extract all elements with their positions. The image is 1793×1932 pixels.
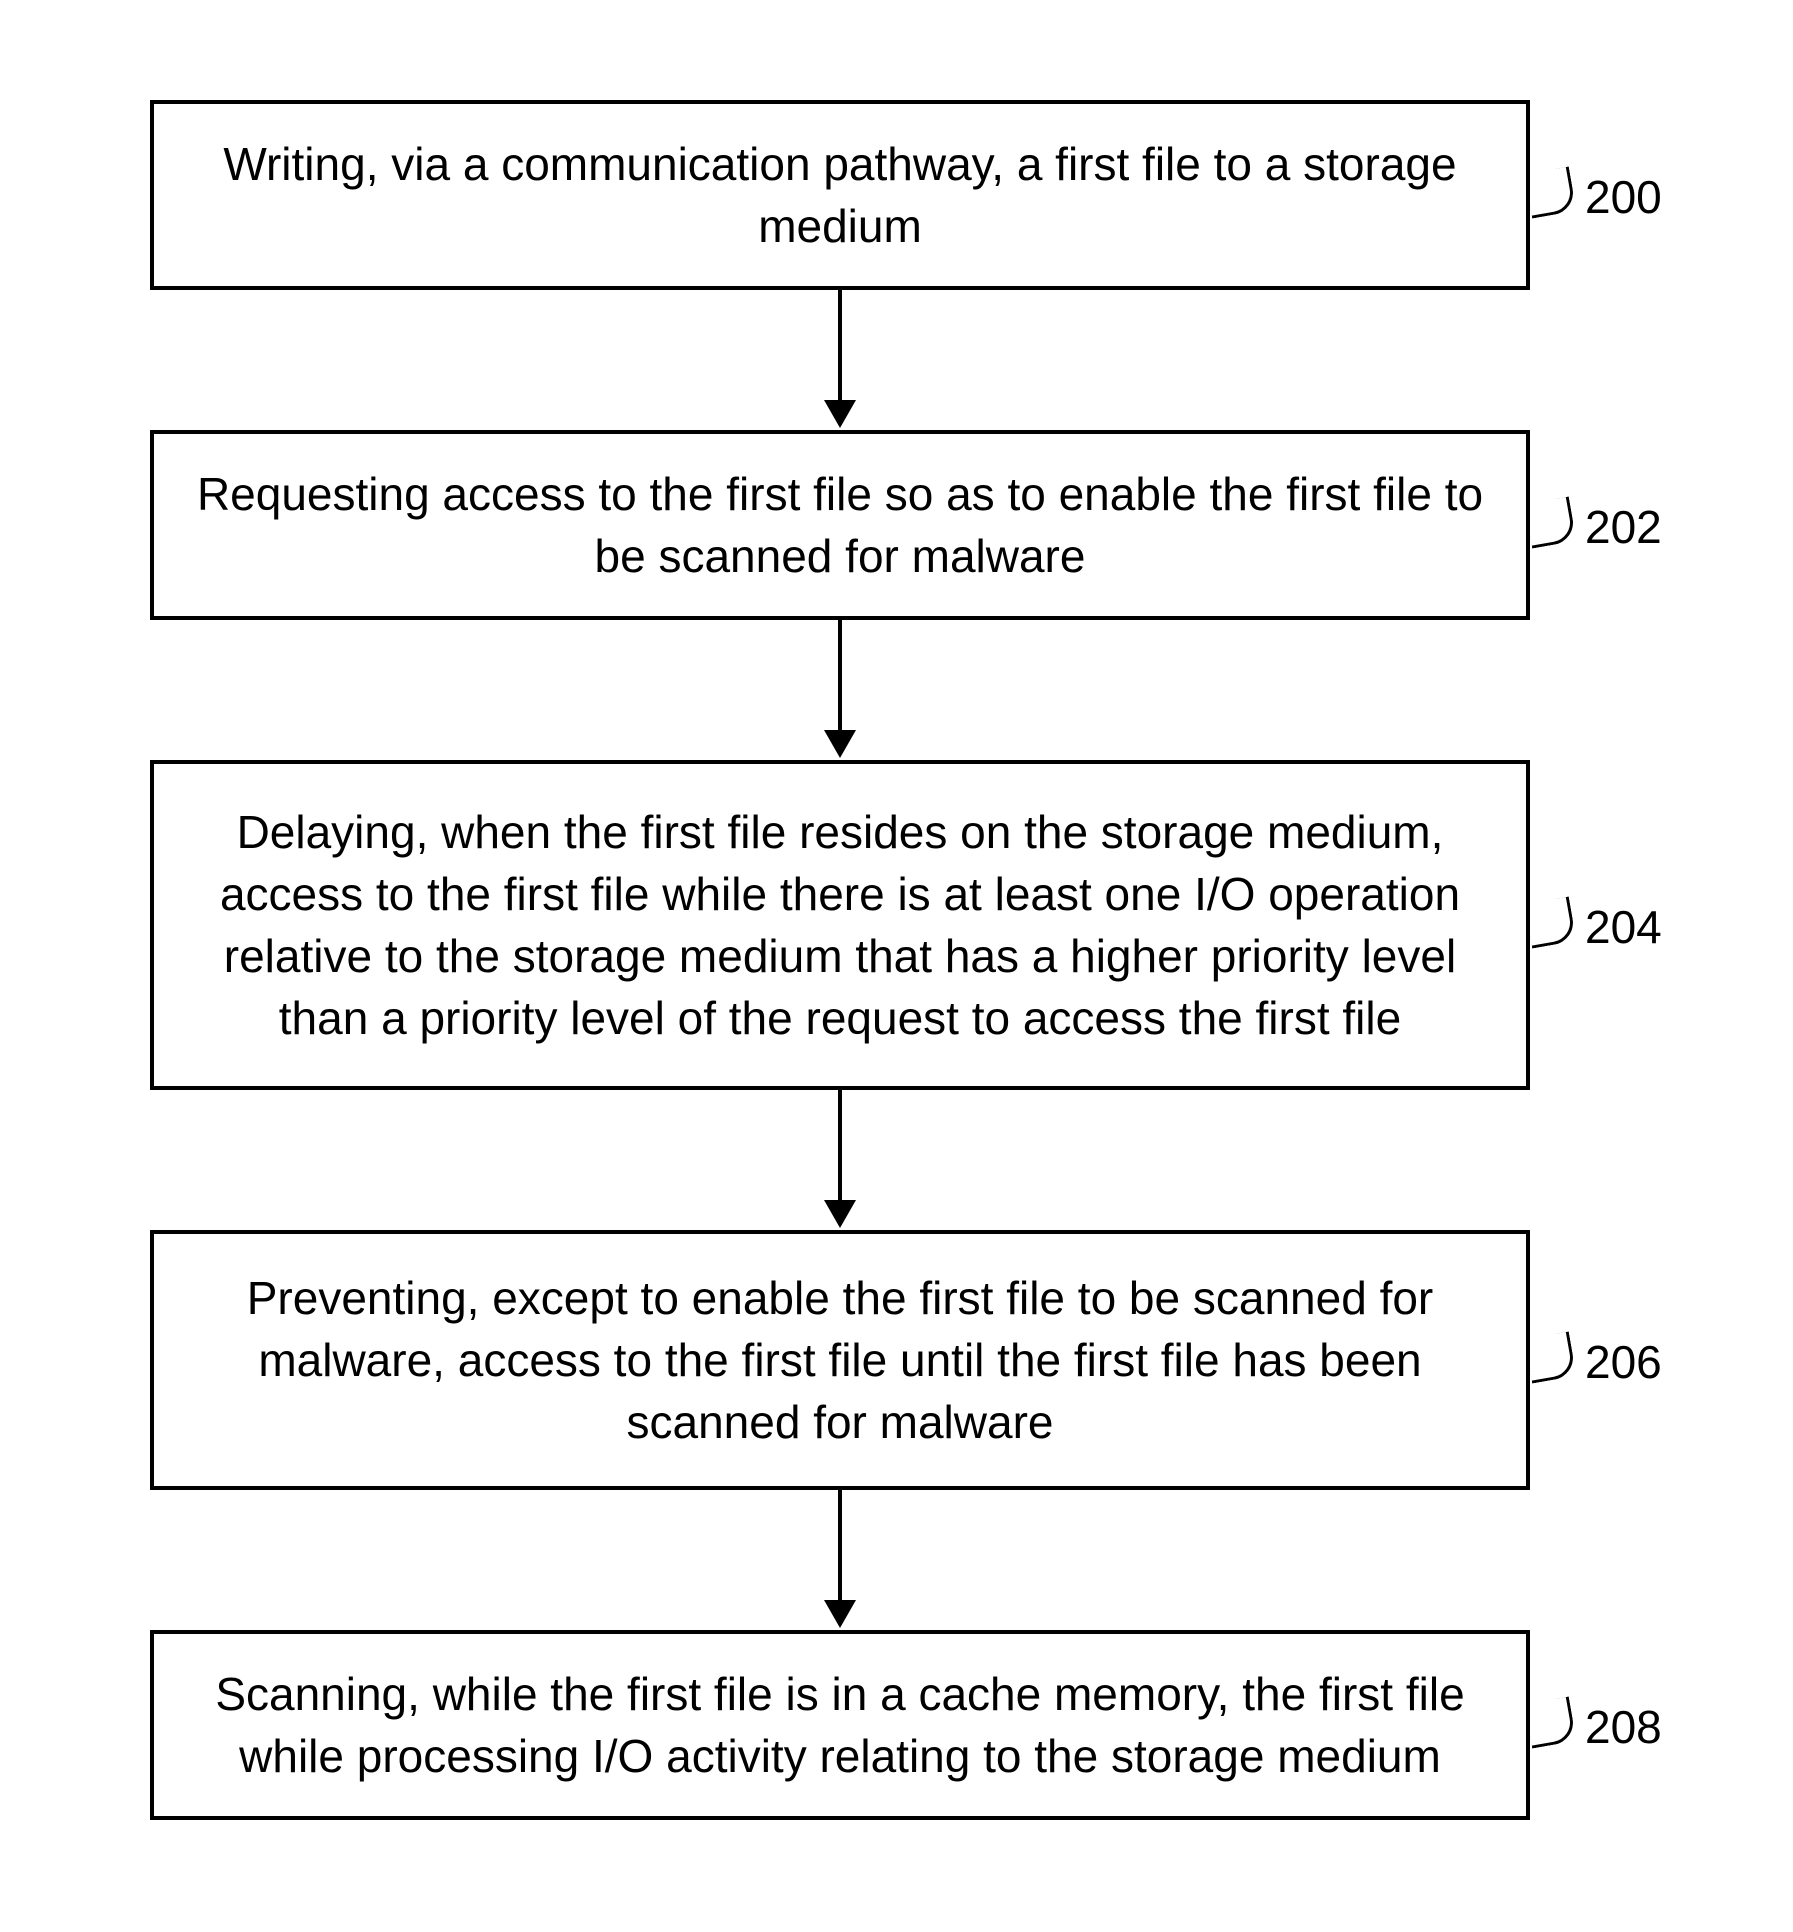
flowchart-step-200: Writing, via a communication pathway, a … bbox=[150, 100, 1530, 290]
label-connector bbox=[1524, 496, 1576, 548]
flowchart-step-206: Preventing, except to enable the first f… bbox=[150, 1230, 1530, 1490]
step-text: Delaying, when the first file resides on… bbox=[194, 801, 1486, 1049]
arrow bbox=[838, 1490, 842, 1600]
flowchart-canvas: Writing, via a communication pathway, a … bbox=[0, 0, 1793, 1932]
step-text: Writing, via a communication pathway, a … bbox=[194, 133, 1486, 257]
arrow-head-icon bbox=[824, 1200, 856, 1228]
flowchart-step-208: Scanning, while the first file is in a c… bbox=[150, 1630, 1530, 1820]
step-label-204: 204 bbox=[1585, 900, 1662, 954]
arrow-head-icon bbox=[824, 400, 856, 428]
arrow bbox=[838, 290, 842, 400]
step-label-208: 208 bbox=[1585, 1700, 1662, 1754]
step-text: Preventing, except to enable the first f… bbox=[194, 1267, 1486, 1453]
step-text: Scanning, while the first file is in a c… bbox=[194, 1663, 1486, 1787]
arrow bbox=[838, 620, 842, 730]
arrow-head-icon bbox=[824, 1600, 856, 1628]
step-label-200: 200 bbox=[1585, 170, 1662, 224]
label-connector bbox=[1524, 166, 1576, 218]
label-connector bbox=[1524, 1331, 1576, 1383]
step-label-206: 206 bbox=[1585, 1335, 1662, 1389]
flowchart-step-202: Requesting access to the first file so a… bbox=[150, 430, 1530, 620]
label-connector bbox=[1524, 896, 1576, 948]
step-label-202: 202 bbox=[1585, 500, 1662, 554]
label-connector bbox=[1524, 1696, 1576, 1748]
arrow bbox=[838, 1090, 842, 1200]
flowchart-step-204: Delaying, when the first file resides on… bbox=[150, 760, 1530, 1090]
step-text: Requesting access to the first file so a… bbox=[194, 463, 1486, 587]
arrow-head-icon bbox=[824, 730, 856, 758]
